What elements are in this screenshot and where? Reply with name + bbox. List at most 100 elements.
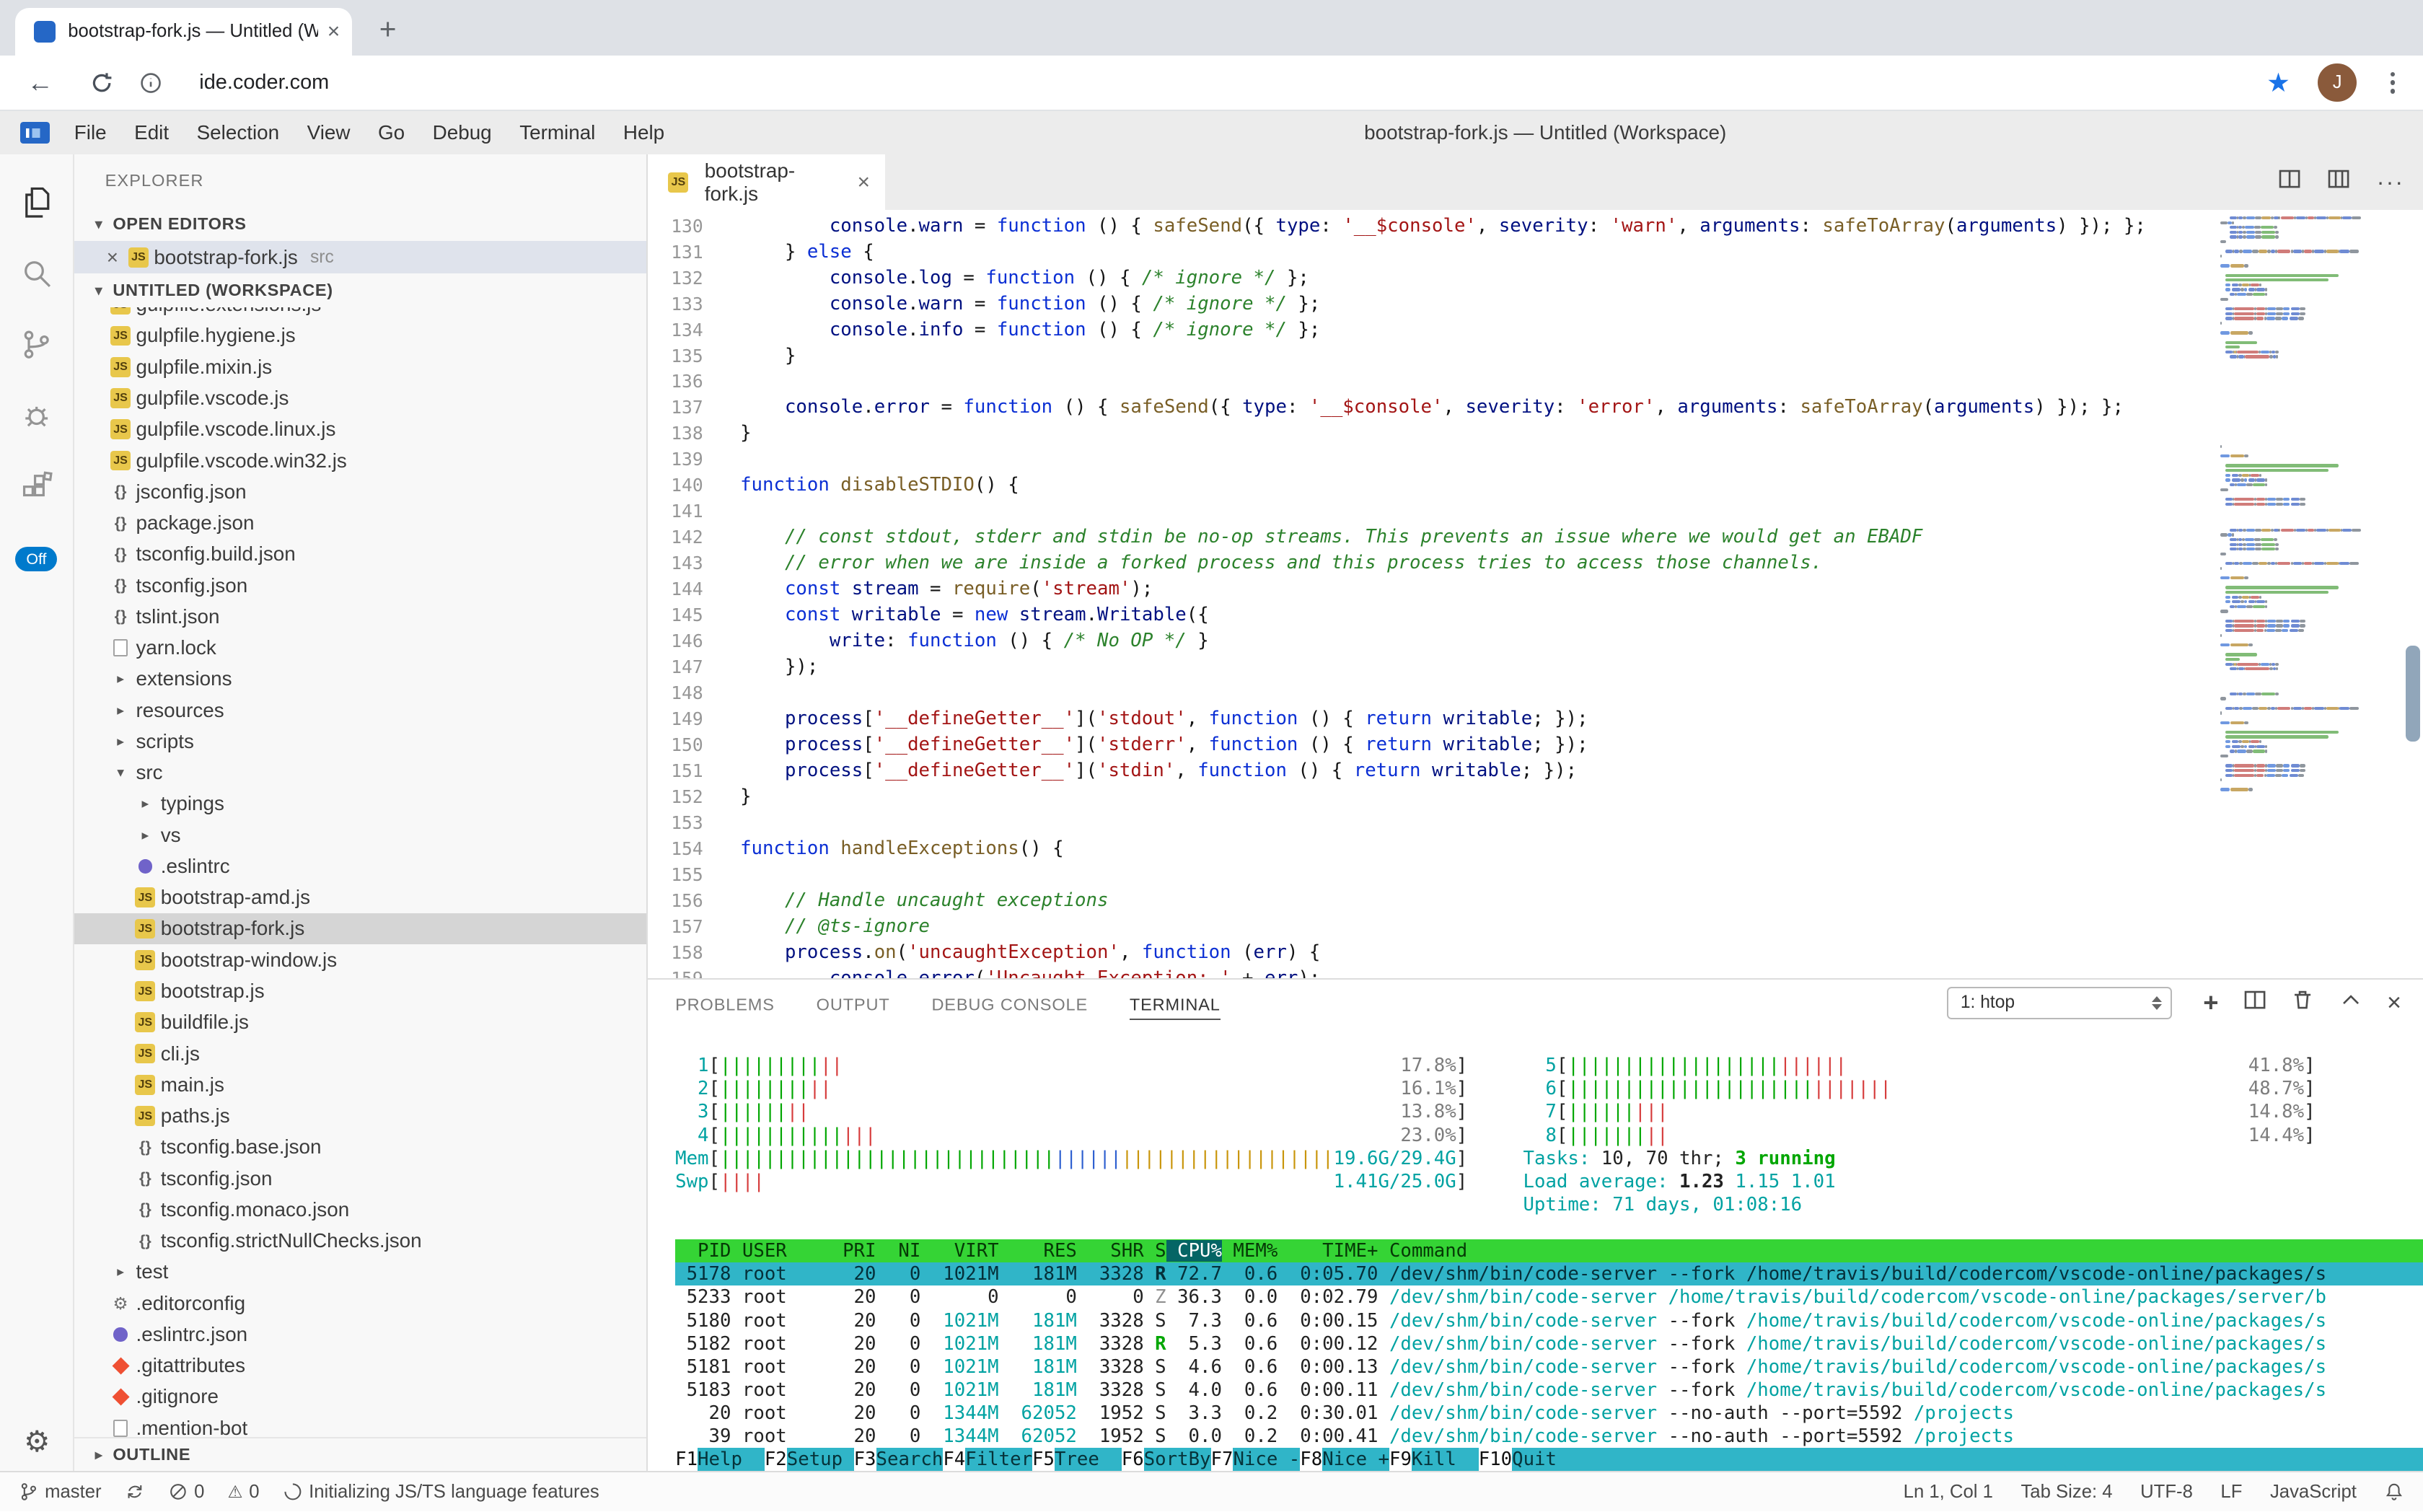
tree-item-buildfile.js[interactable]: JSbuildfile.js bbox=[74, 1007, 646, 1038]
profile-avatar[interactable]: J bbox=[2318, 63, 2357, 102]
code-line-141[interactable]: 141 bbox=[648, 498, 2221, 524]
tree-item-bootstrap.js[interactable]: JSbootstrap.js bbox=[74, 975, 646, 1006]
tree-item-.mention-bot[interactable]: .mention-bot bbox=[74, 1412, 646, 1437]
tab-size-indicator[interactable]: Tab Size: 4 bbox=[2020, 1482, 2112, 1503]
code-line-152[interactable]: 152} bbox=[648, 784, 2221, 810]
code-line-142[interactable]: 142 // const stdout, stderr and stdin be… bbox=[648, 524, 2221, 550]
source-control-icon[interactable] bbox=[0, 309, 74, 380]
menu-terminal[interactable]: Terminal bbox=[506, 121, 610, 144]
menu-help[interactable]: Help bbox=[610, 121, 679, 144]
editor-scrollbar[interactable] bbox=[2406, 646, 2419, 742]
explorer-icon[interactable] bbox=[0, 167, 74, 238]
code-editor[interactable]: 130 console.warn = function () { safeSen… bbox=[648, 210, 2423, 978]
tree-item-tsconfig.strictNullChecks.json[interactable]: {}tsconfig.strictNullChecks.json bbox=[74, 1226, 646, 1257]
status-badge[interactable]: Off bbox=[15, 547, 57, 571]
split-editor-icon[interactable] bbox=[2278, 167, 2301, 197]
new-terminal-icon[interactable]: + bbox=[2203, 988, 2218, 1018]
tree-item-scripts[interactable]: ▸scripts bbox=[74, 726, 646, 757]
code-line-154[interactable]: 154function handleExceptions() { bbox=[648, 836, 2221, 862]
code-area[interactable]: 130 console.warn = function () { safeSen… bbox=[648, 210, 2221, 978]
close-panel-icon[interactable]: × bbox=[2387, 989, 2401, 1017]
split-terminal-icon[interactable] bbox=[2243, 988, 2266, 1018]
code-line-149[interactable]: 149 process['__defineGetter__']('stdout'… bbox=[648, 706, 2221, 732]
url-text[interactable]: ide.coder.com bbox=[199, 71, 329, 94]
code-line-137[interactable]: 137 console.error = function () { safeSe… bbox=[648, 395, 2221, 421]
new-tab-button[interactable]: + bbox=[368, 9, 408, 50]
terminal-picker-dropdown[interactable]: 1: htop bbox=[1947, 987, 2173, 1019]
code-line-144[interactable]: 144 const stream = require('stream'); bbox=[648, 576, 2221, 602]
code-line-153[interactable]: 153 bbox=[648, 810, 2221, 836]
tree-item-.eslintrc[interactable]: .eslintrc bbox=[74, 850, 646, 882]
tree-item-src[interactable]: ▾src bbox=[74, 757, 646, 788]
git-branch-indicator[interactable]: master bbox=[19, 1482, 102, 1503]
htop-function-key-bar[interactable]: F1Help F2Setup F3SearchF4FilterF5Tree F6… bbox=[675, 1448, 2423, 1471]
code-line-134[interactable]: 134 console.info = function () { /* igno… bbox=[648, 317, 2221, 343]
tree-item-gulpfile.vscode.js[interactable]: JSgulpfile.vscode.js bbox=[74, 382, 646, 413]
panel-tab-output[interactable]: OUTPUT bbox=[817, 988, 890, 1019]
sync-icon[interactable] bbox=[125, 1482, 145, 1502]
panel-tab-problems[interactable]: PROBLEMS bbox=[675, 988, 775, 1019]
tree-item-bootstrap-amd.js[interactable]: JSbootstrap-amd.js bbox=[74, 882, 646, 913]
menu-edit[interactable]: Edit bbox=[120, 121, 183, 144]
tree-item-yarn.lock[interactable]: yarn.lock bbox=[74, 632, 646, 663]
code-line-140[interactable]: 140function disableSTDIO() { bbox=[648, 472, 2221, 498]
code-line-147[interactable]: 147 }); bbox=[648, 654, 2221, 680]
tree-item-jsconfig.json[interactable]: {}jsconfig.json bbox=[74, 476, 646, 507]
encoding-indicator[interactable]: UTF-8 bbox=[2140, 1482, 2193, 1503]
extensions-icon[interactable] bbox=[0, 451, 74, 522]
search-icon[interactable] bbox=[0, 238, 74, 309]
panel-tab-debug-console[interactable]: DEBUG CONSOLE bbox=[931, 988, 1088, 1019]
code-line-151[interactable]: 151 process['__defineGetter__']('stdin',… bbox=[648, 758, 2221, 784]
tree-item-extensions[interactable]: ▸extensions bbox=[74, 664, 646, 695]
tree-item-gulpfile.extensions.js[interactable]: JSgulpfile.extensions.js bbox=[74, 307, 646, 320]
tree-item-paths.js[interactable]: JSpaths.js bbox=[74, 1100, 646, 1131]
toggle-layout-icon[interactable] bbox=[2327, 167, 2350, 197]
panel-tab-terminal[interactable]: TERMINAL bbox=[1130, 988, 1221, 1020]
bookmark-star-icon[interactable]: ★ bbox=[2266, 67, 2290, 98]
code-line-146[interactable]: 146 write: function () { /* No OP */ } bbox=[648, 628, 2221, 654]
tree-item-tslint.json[interactable]: {}tslint.json bbox=[74, 601, 646, 632]
code-line-139[interactable]: 139 bbox=[648, 447, 2221, 472]
code-line-155[interactable]: 155 bbox=[648, 862, 2221, 888]
menu-file[interactable]: File bbox=[61, 121, 120, 144]
tree-item-tsconfig.build.json[interactable]: {}tsconfig.build.json bbox=[74, 539, 646, 570]
code-line-136[interactable]: 136 bbox=[648, 369, 2221, 395]
back-icon[interactable]: ← bbox=[22, 68, 58, 98]
code-line-131[interactable]: 131 } else { bbox=[648, 239, 2221, 265]
code-line-138[interactable]: 138} bbox=[648, 421, 2221, 447]
tree-item-test[interactable]: ▸test bbox=[74, 1257, 646, 1288]
tree-item-.eslintrc.json[interactable]: .eslintrc.json bbox=[74, 1319, 646, 1350]
notifications-bell-icon[interactable] bbox=[2384, 1482, 2404, 1502]
kill-terminal-trash-icon[interactable] bbox=[2291, 988, 2314, 1018]
tab-close-icon[interactable]: × bbox=[327, 19, 340, 44]
tree-item-.gitattributes[interactable]: .gitattributes bbox=[74, 1350, 646, 1381]
reload-icon[interactable] bbox=[89, 71, 114, 95]
code-line-148[interactable]: 148 bbox=[648, 680, 2221, 706]
tree-item-cli.js[interactable]: JScli.js bbox=[74, 1038, 646, 1069]
cursor-position[interactable]: Ln 1, Col 1 bbox=[1904, 1482, 1993, 1503]
code-line-135[interactable]: 135 } bbox=[648, 343, 2221, 369]
menu-debug[interactable]: Debug bbox=[418, 121, 506, 144]
tree-item-gulpfile.vscode.linux.js[interactable]: JSgulpfile.vscode.linux.js bbox=[74, 414, 646, 445]
tree-item-bootstrap-window.js[interactable]: JSbootstrap-window.js bbox=[74, 944, 646, 975]
tree-item-tsconfig.base.json[interactable]: {}tsconfig.base.json bbox=[74, 1132, 646, 1163]
close-icon[interactable]: × bbox=[107, 246, 118, 269]
code-line-156[interactable]: 156 // Handle uncaught exceptions bbox=[648, 888, 2221, 914]
code-line-158[interactable]: 158 process.on('uncaughtException', func… bbox=[648, 940, 2221, 966]
code-line-143[interactable]: 143 // error when we are inside a forked… bbox=[648, 550, 2221, 576]
eol-indicator[interactable]: LF bbox=[2220, 1482, 2242, 1503]
site-info-icon[interactable] bbox=[139, 71, 162, 94]
menu-view[interactable]: View bbox=[293, 121, 364, 144]
settings-gear-icon[interactable]: ⚙ bbox=[0, 1424, 74, 1459]
warnings-indicator[interactable]: ⚠ 0 bbox=[228, 1482, 260, 1503]
terminal[interactable]: 1[||||||||||| 17.8%] 5[|||||||||||||||||… bbox=[648, 1027, 2423, 1472]
tree-item-package.json[interactable]: {}package.json bbox=[74, 507, 646, 538]
code-line-132[interactable]: 132 console.log = function () { /* ignor… bbox=[648, 265, 2221, 291]
tree-item-tsconfig.json[interactable]: {}tsconfig.json bbox=[74, 570, 646, 601]
tree-item-typings[interactable]: ▸typings bbox=[74, 788, 646, 819]
tree-item-tsconfig.monaco.json[interactable]: {}tsconfig.monaco.json bbox=[74, 1194, 646, 1225]
browser-tab[interactable]: bootstrap-fork.js — Untitled (W × bbox=[15, 8, 352, 56]
section-outline[interactable]: ▸ OUTLINE bbox=[74, 1437, 646, 1471]
tree-item-resources[interactable]: ▸resources bbox=[74, 695, 646, 726]
section-open-editors[interactable]: ▾ OPEN EDITORS bbox=[74, 207, 646, 241]
